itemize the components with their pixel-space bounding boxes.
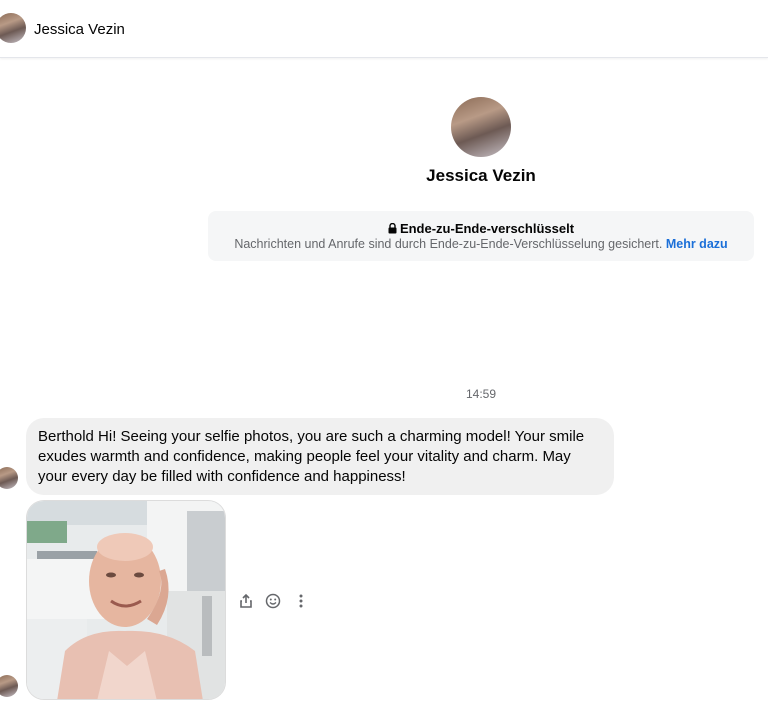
encryption-description: Nachrichten und Anrufe sind durch Ende-z… [234,237,663,251]
smiley-icon[interactable] [263,591,283,611]
encryption-notice: Ende-zu-Ende-verschlüsselt Nachrichten u… [208,211,754,261]
header-contact-name[interactable]: Jessica Vezin [34,21,125,38]
profile-name: Jessica Vezin [426,166,536,185]
share-icon[interactable] [236,591,256,611]
encryption-title-row: Ende-zu-Ende-verschlüsselt [208,221,754,236]
selfie-photo-image [27,501,225,699]
message-timestamp: 14:59 [465,387,497,401]
chat-header: Jessica Vezin [0,0,768,58]
sender-avatar[interactable] [0,467,18,489]
more-vertical-icon[interactable] [291,591,311,611]
encryption-title: Ende-zu-Ende-verschlüsselt [399,221,575,236]
sender-avatar-photo[interactable] [0,675,18,697]
profile-avatar[interactable] [451,97,511,157]
message-actions [236,591,316,611]
header-avatar[interactable] [0,13,26,43]
message-photo[interactable] [26,500,226,700]
lock-icon [388,223,397,234]
encryption-description-row: Nachrichten und Anrufe sind durch Ende-z… [208,237,754,251]
message-bubble[interactable]: Berthold Hi! Seeing your selfie photos, … [26,418,614,495]
learn-more-link[interactable]: Mehr dazu [666,237,728,251]
